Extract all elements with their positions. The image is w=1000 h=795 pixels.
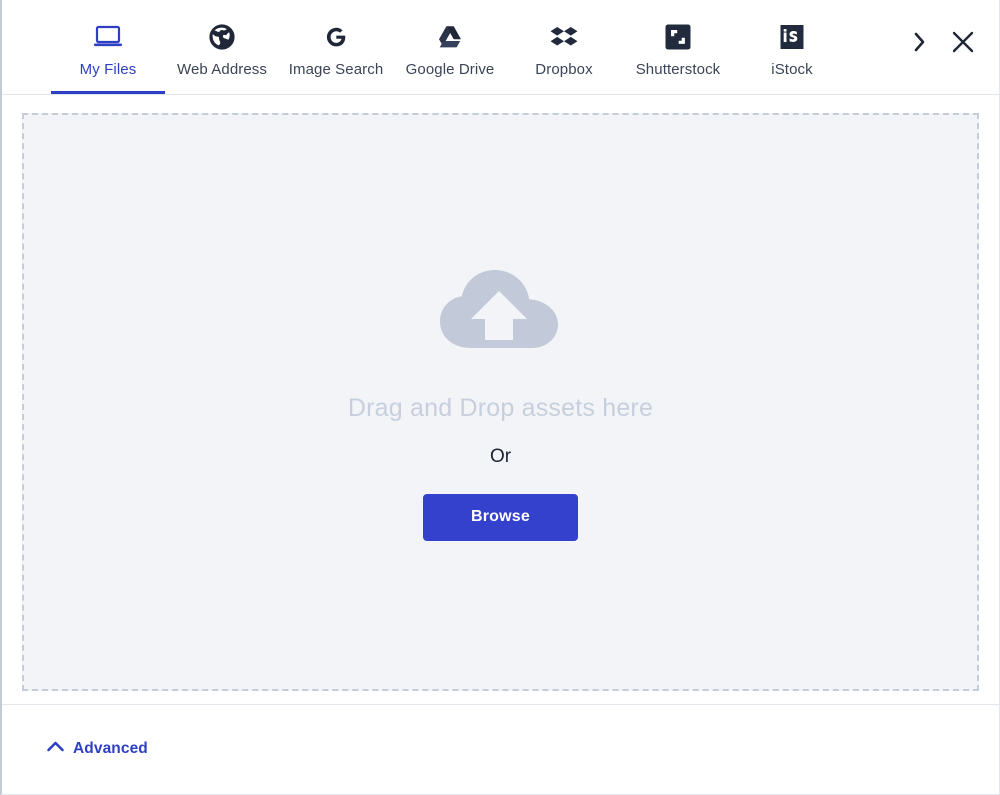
close-button[interactable] — [946, 26, 980, 60]
drop-zone[interactable]: Drag and Drop assets here Or Browse — [22, 113, 979, 691]
tab-istock[interactable]: iStock — [735, 0, 849, 94]
dialog-footer: Advanced — [2, 704, 999, 793]
tab-shutterstock-label: Shutterstock — [636, 61, 721, 78]
istock-icon — [778, 17, 806, 57]
google-g-icon — [322, 17, 350, 57]
drop-zone-title: Drag and Drop assets here — [348, 396, 653, 421]
advanced-toggle[interactable]: Advanced — [46, 740, 148, 758]
dialog-body: Drag and Drop assets here Or Browse — [2, 95, 999, 704]
source-tabs: My Files Web Address Image Search — [2, 0, 999, 95]
next-tabs-button[interactable] — [902, 26, 936, 60]
tab-dropbox-label: Dropbox — [535, 61, 592, 78]
laptop-icon — [93, 17, 123, 57]
chevron-right-icon — [913, 31, 926, 56]
close-icon — [950, 29, 976, 58]
tab-web-address[interactable]: Web Address — [165, 0, 279, 94]
tab-google-drive-label: Google Drive — [406, 61, 495, 78]
tab-shutterstock[interactable]: Shutterstock — [621, 0, 735, 94]
tab-image-search-label: Image Search — [289, 61, 384, 78]
browse-button[interactable]: Browse — [423, 494, 578, 541]
tab-google-drive[interactable]: Google Drive — [393, 0, 507, 94]
asset-upload-dialog: My Files Web Address Image Search — [0, 0, 1000, 795]
cloud-upload-icon — [436, 264, 566, 359]
tab-dropbox[interactable]: Dropbox — [507, 0, 621, 94]
dropbox-icon — [549, 17, 579, 57]
globe-icon — [208, 17, 236, 57]
tab-istock-label: iStock — [771, 61, 812, 78]
chevron-up-icon — [46, 740, 65, 758]
tab-web-address-label: Web Address — [177, 61, 267, 78]
tab-my-files-label: My Files — [80, 61, 137, 78]
drop-zone-or-text: Or — [490, 447, 511, 466]
advanced-label: Advanced — [73, 740, 148, 758]
tab-my-files[interactable]: My Files — [51, 0, 165, 94]
tab-image-search[interactable]: Image Search — [279, 0, 393, 94]
shutterstock-icon — [664, 17, 692, 57]
tabbar-controls — [902, 0, 999, 94]
google-drive-icon — [436, 17, 464, 57]
